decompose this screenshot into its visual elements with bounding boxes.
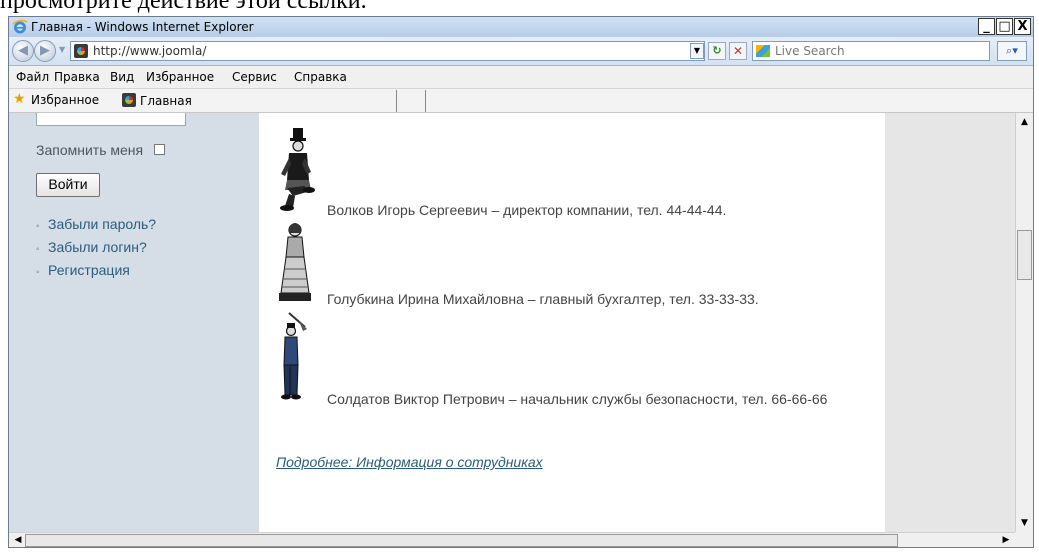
password-field[interactable] — [36, 113, 186, 126]
url-text: http://www.joomla/ — [93, 44, 207, 58]
internet-explorer-icon — [12, 19, 28, 34]
menu-view[interactable]: Вид — [110, 70, 134, 84]
remember-me-label: Запомнить меня — [36, 142, 144, 158]
list-item[interactable]: ◦ Забыли пароль? — [36, 214, 156, 237]
search-icon: ⌕▾ — [1006, 44, 1018, 57]
forgot-password-link[interactable]: Забыли пароль? — [48, 216, 156, 232]
favorites-bar: ★ Избранное Главная — [9, 89, 1033, 113]
joomla-favicon-icon — [74, 44, 88, 58]
tab-divider — [396, 90, 397, 112]
scroll-left-icon[interactable]: ◀ — [11, 534, 25, 547]
menu-tools[interactable]: Сервис — [232, 70, 277, 84]
window-title: Главная - Windows Internet Explorer — [31, 20, 254, 34]
tab-divider — [425, 90, 426, 112]
bullet-icon: ◦ — [36, 244, 40, 255]
url-input[interactable]: http://www.joomla/ — [70, 41, 705, 61]
arrow-left-icon: ◀ — [18, 43, 28, 58]
guard-figure-icon — [281, 312, 307, 400]
list-item[interactable]: ◦ Забыли логин? — [36, 237, 156, 260]
right-column — [885, 113, 1015, 532]
url-dropdown-button[interactable]: ▼ — [690, 43, 704, 59]
close-button[interactable]: X — [1014, 18, 1031, 35]
live-search-icon — [756, 45, 770, 57]
search-input[interactable]: Live Search — [752, 41, 990, 61]
browser-window: Главная - Windows Internet Explorer _ □ … — [8, 16, 1034, 548]
scroll-right-icon[interactable]: ▶ — [999, 534, 1013, 547]
employee-text: Волков Игорь Сергеевич – директор компан… — [327, 202, 727, 218]
forgot-login-link[interactable]: Забыли логин? — [48, 239, 147, 255]
login-links: ◦ Забыли пароль? ◦ Забыли логин? ◦ Регистра… — [36, 214, 156, 283]
document-caption: просмотрите действие этой ссылки. — [0, 0, 367, 14]
scroll-up-icon[interactable]: ▲ — [1017, 114, 1032, 130]
forward-button[interactable]: ▶ — [34, 40, 56, 62]
horizontal-scroll-thumb[interactable] — [25, 534, 898, 547]
gentleman-figure-icon — [280, 128, 315, 211]
horizontal-scrollbar[interactable]: ◀ ▶ — [9, 532, 1015, 547]
bullet-icon: ◦ — [36, 221, 40, 232]
back-button[interactable]: ◀ — [12, 40, 34, 62]
employee-text: Голубкина Ирина Михайловна – главный бух… — [327, 291, 759, 307]
menu-favorites[interactable]: Избранное — [146, 70, 214, 84]
refresh-button[interactable]: ↻ — [708, 42, 726, 60]
tab-main[interactable]: Главная — [140, 94, 192, 108]
history-dropdown-icon[interactable]: ▼ — [59, 45, 65, 54]
login-button[interactable]: Войти — [36, 173, 100, 197]
scroll-thumb[interactable] — [1017, 230, 1032, 280]
remember-me-checkbox[interactable] — [154, 144, 165, 155]
menu-edit[interactable]: Правка — [54, 70, 100, 84]
bullet-icon: ◦ — [36, 267, 40, 278]
refresh-icon: ↻ — [712, 44, 722, 57]
more-info-link[interactable]: Подробнее: Информация о сотрудниках — [276, 454, 543, 470]
menu-help[interactable]: Справка — [294, 70, 347, 84]
list-item[interactable]: ◦ Регистрация — [36, 260, 156, 283]
arrow-right-icon: ▶ — [40, 43, 50, 58]
stop-icon: ✕ — [732, 44, 744, 58]
employee-text: Солдатов Виктор Петрович – начальник слу… — [327, 391, 828, 407]
star-icon[interactable]: ★ — [13, 92, 26, 106]
register-link[interactable]: Регистрация — [48, 262, 130, 278]
menu-bar: Файл Правка Вид Избранное Сервис Справка — [9, 66, 1033, 89]
stop-button[interactable]: ✕ — [729, 42, 747, 60]
left-sidebar: Запомнить меня Войти ◦ Забыли пароль? ◦ За… — [9, 113, 259, 532]
joomla-tab-icon — [122, 93, 136, 107]
scroll-down-icon[interactable]: ▼ — [1017, 515, 1032, 531]
vertical-scrollbar[interactable]: ▲ ▼ — [1015, 113, 1033, 532]
favorites-button[interactable]: Избранное — [31, 93, 99, 107]
title-bar: Главная - Windows Internet Explorer _ □ … — [9, 17, 1033, 37]
maximize-button[interactable]: □ — [996, 18, 1013, 35]
minimize-button[interactable]: _ — [978, 18, 995, 35]
search-button[interactable]: ⌕▾ — [997, 41, 1027, 61]
search-placeholder: Live Search — [775, 44, 845, 58]
page-viewport: Запомнить меня Войти ◦ Забыли пароль? ◦ За… — [9, 113, 1015, 532]
address-bar: ◀ ▶ ▼ http://www.joomla/ ▼ ↻ ✕ Live Sear… — [9, 37, 1033, 66]
chevron-down-icon: ▼ — [693, 46, 701, 55]
menu-file[interactable]: Файл — [16, 70, 49, 84]
lady-figure-icon — [279, 223, 311, 301]
